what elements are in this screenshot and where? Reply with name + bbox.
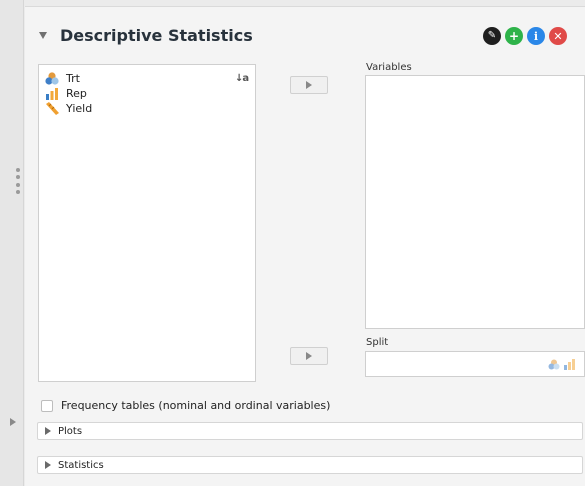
- close-icon[interactable]: ✕: [549, 27, 567, 45]
- ordinal-variable-icon: [564, 359, 575, 370]
- source-variable-list[interactable]: Trt Rep Yield ↓a: [38, 64, 256, 382]
- variable-label: Trt: [66, 72, 80, 85]
- edit-icon[interactable]: ✎: [483, 27, 501, 45]
- assign-split-button[interactable]: [290, 347, 328, 365]
- collapse-icon[interactable]: [39, 32, 47, 39]
- add-icon[interactable]: +: [505, 27, 523, 45]
- section-statistics[interactable]: Statistics: [37, 456, 583, 474]
- arrow-right-icon: [306, 352, 312, 360]
- expand-icon: [45, 461, 51, 469]
- variable-label: Yield: [66, 102, 93, 115]
- variables-label: Variables: [366, 62, 412, 73]
- frequency-tables-checkbox[interactable]: [41, 399, 53, 412]
- section-label: Statistics: [58, 459, 104, 471]
- variable-rep[interactable]: Rep: [45, 87, 87, 100]
- drag-handle-icon[interactable]: [15, 168, 21, 194]
- info-icon[interactable]: i: [527, 27, 545, 45]
- nominal-variable-icon: [548, 359, 560, 370]
- split-target-box[interactable]: [365, 351, 585, 377]
- expand-results-icon[interactable]: [10, 418, 16, 426]
- left-gutter: [0, 0, 24, 486]
- variables-target-box[interactable]: [365, 75, 585, 329]
- section-plots[interactable]: Plots: [37, 422, 583, 440]
- variable-label: Rep: [66, 87, 87, 100]
- split-label: Split: [366, 337, 389, 348]
- analysis-options-panel: Descriptive Statistics ✎ + i ✕ Trt Rep Y…: [25, 6, 585, 486]
- variable-yield[interactable]: Yield: [45, 102, 92, 115]
- expand-icon: [45, 427, 51, 435]
- sort-icon[interactable]: ↓a: [235, 73, 249, 84]
- frequency-tables-option[interactable]: Frequency tables (nominal and ordinal va…: [41, 399, 330, 412]
- ordinal-variable-icon: [46, 88, 58, 100]
- variable-trt[interactable]: Trt: [45, 72, 80, 85]
- analysis-title: Descriptive Statistics: [60, 26, 253, 45]
- analysis-toolbar: ✎ + i ✕: [483, 27, 567, 45]
- assign-variables-button[interactable]: [290, 76, 328, 94]
- scale-variable-icon: [46, 102, 59, 115]
- allowed-types-hint: [548, 359, 576, 370]
- analysis-header[interactable]: Descriptive Statistics: [39, 26, 253, 45]
- arrow-right-icon: [306, 81, 312, 89]
- section-label: Plots: [58, 425, 83, 437]
- nominal-variable-icon: [45, 72, 59, 85]
- frequency-tables-label: Frequency tables (nominal and ordinal va…: [61, 399, 331, 412]
